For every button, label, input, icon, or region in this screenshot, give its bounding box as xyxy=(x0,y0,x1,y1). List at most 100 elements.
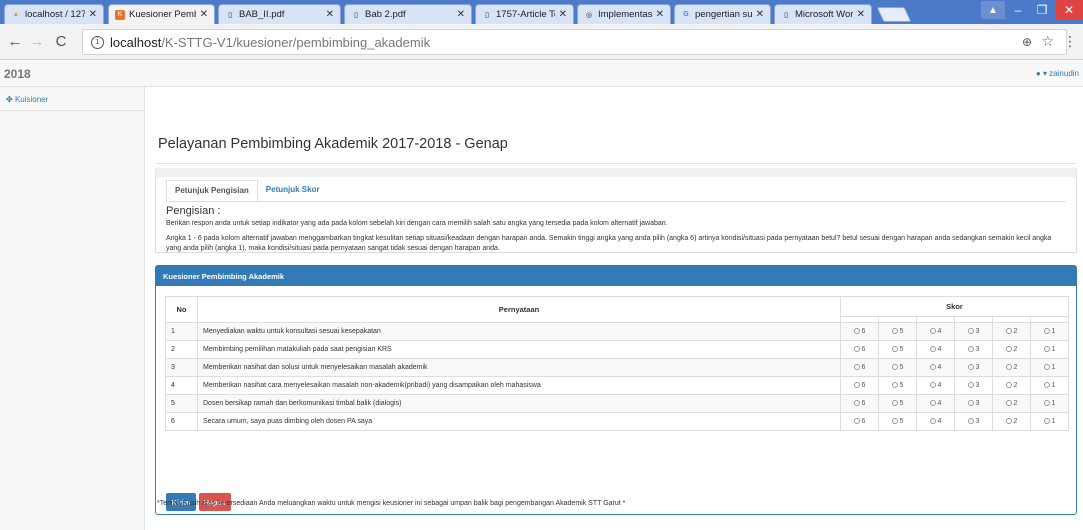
browser-tab[interactable]: ▲ localhost / 127.0 ✕ xyxy=(4,4,104,24)
browser-tab[interactable]: G pengertian surve ✕ xyxy=(674,4,771,24)
score-option[interactable]: 2 xyxy=(992,412,1031,431)
radio-button[interactable] xyxy=(929,400,936,407)
score-option[interactable]: 2 xyxy=(992,322,1031,341)
radio-button[interactable] xyxy=(891,418,898,425)
close-icon[interactable]: ✕ xyxy=(559,9,567,20)
radio-button[interactable] xyxy=(1043,328,1050,335)
radio-button[interactable] xyxy=(891,346,898,353)
score-option[interactable]: 5 xyxy=(878,412,917,431)
radio-button[interactable] xyxy=(853,364,860,371)
radio-button[interactable] xyxy=(967,364,974,371)
score-option[interactable]: 1 xyxy=(1030,376,1069,395)
score-option[interactable]: 1 xyxy=(1030,412,1069,431)
score-option[interactable]: 4 xyxy=(916,358,955,377)
browser-tab[interactable]: ▯ Bab 2.pdf ✕ xyxy=(344,4,472,24)
browser-tab[interactable]: ◎ Implementasi Pe ✕ xyxy=(577,4,671,24)
maximize-icon[interactable]: ❐ xyxy=(1029,0,1055,20)
radio-button[interactable] xyxy=(929,346,936,353)
score-option[interactable]: 3 xyxy=(954,358,993,377)
back-icon[interactable]: ← xyxy=(6,33,24,50)
score-option[interactable]: 4 xyxy=(916,340,955,359)
radio-button[interactable] xyxy=(929,382,936,389)
score-option[interactable]: 1 xyxy=(1030,358,1069,377)
reload-icon[interactable]: C xyxy=(52,33,70,50)
score-option[interactable]: 3 xyxy=(954,322,993,341)
score-option[interactable]: 1 xyxy=(1030,322,1069,341)
radio-button[interactable] xyxy=(1043,346,1050,353)
browser-menu-icon[interactable]: ⋮ xyxy=(1063,33,1077,50)
score-option[interactable]: 3 xyxy=(954,340,993,359)
tab-petunjuk-skor[interactable]: Petunjuk Skor xyxy=(258,180,328,202)
radio-button[interactable] xyxy=(1043,400,1050,407)
score-option[interactable]: 2 xyxy=(992,394,1031,413)
radio-button[interactable] xyxy=(1043,418,1050,425)
close-icon[interactable]: ✕ xyxy=(756,9,764,20)
radio-button[interactable] xyxy=(967,400,974,407)
radio-button[interactable] xyxy=(853,400,860,407)
user-menu[interactable]: ● ▾ zainudin xyxy=(1036,69,1079,78)
radio-button[interactable] xyxy=(1005,346,1012,353)
new-tab-button[interactable] xyxy=(876,7,912,22)
brand-text[interactable]: 2018 xyxy=(4,67,31,81)
radio-button[interactable] xyxy=(853,418,860,425)
browser-tab[interactable]: ▯ BAB_II.pdf ✕ xyxy=(218,4,341,24)
score-option[interactable]: 5 xyxy=(878,340,917,359)
close-icon[interactable]: ✕ xyxy=(89,9,97,20)
profile-icon[interactable]: ▲ xyxy=(981,1,1005,19)
sidebar-item-kuisioner[interactable]: ✤ Kuisioner xyxy=(0,87,145,111)
score-option[interactable]: 6 xyxy=(840,358,879,377)
score-option[interactable]: 5 xyxy=(878,394,917,413)
score-option[interactable]: 6 xyxy=(840,376,879,395)
address-bar[interactable]: i localhost/K-STTG-V1/kuesioner/pembimbi… xyxy=(82,29,1067,55)
close-icon[interactable]: ✕ xyxy=(200,9,208,20)
close-icon[interactable]: ✕ xyxy=(457,9,465,20)
radio-button[interactable] xyxy=(891,364,898,371)
browser-tab-active[interactable]: K Kuesioner Pemb ✕ xyxy=(108,4,215,24)
radio-button[interactable] xyxy=(891,328,898,335)
tab-petunjuk-pengisian[interactable]: Petunjuk Pengisian xyxy=(166,180,258,202)
score-option[interactable]: 3 xyxy=(954,376,993,395)
score-option[interactable]: 1 xyxy=(1030,340,1069,359)
radio-button[interactable] xyxy=(967,346,974,353)
browser-tab[interactable]: ▯ Microsoft Word ✕ xyxy=(774,4,872,24)
score-option[interactable]: 4 xyxy=(916,322,955,341)
score-option[interactable]: 5 xyxy=(878,358,917,377)
score-option[interactable]: 4 xyxy=(916,394,955,413)
close-icon[interactable]: ✕ xyxy=(326,9,334,20)
score-option[interactable]: 6 xyxy=(840,412,879,431)
radio-button[interactable] xyxy=(853,328,860,335)
radio-button[interactable] xyxy=(929,364,936,371)
radio-button[interactable] xyxy=(1005,364,1012,371)
radio-button[interactable] xyxy=(929,328,936,335)
radio-button[interactable] xyxy=(929,418,936,425)
score-option[interactable]: 1 xyxy=(1030,394,1069,413)
radio-button[interactable] xyxy=(1005,382,1012,389)
radio-button[interactable] xyxy=(1005,418,1012,425)
score-option[interactable]: 3 xyxy=(954,412,993,431)
radio-button[interactable] xyxy=(853,346,860,353)
bookmark-star-icon[interactable]: ☆ xyxy=(1041,33,1054,50)
score-option[interactable]: 5 xyxy=(878,376,917,395)
score-option[interactable]: 4 xyxy=(916,376,955,395)
close-icon[interactable]: ✕ xyxy=(656,9,664,20)
radio-button[interactable] xyxy=(891,382,898,389)
score-option[interactable]: 2 xyxy=(992,376,1031,395)
radio-button[interactable] xyxy=(853,382,860,389)
radio-button[interactable] xyxy=(1005,400,1012,407)
close-icon[interactable]: ✕ xyxy=(857,9,865,20)
radio-button[interactable] xyxy=(1043,364,1050,371)
info-icon[interactable]: i xyxy=(91,35,104,49)
score-option[interactable]: 5 xyxy=(878,322,917,341)
score-option[interactable]: 2 xyxy=(992,358,1031,377)
zoom-icon[interactable]: ⊕ xyxy=(1022,35,1032,49)
score-option[interactable]: 3 xyxy=(954,394,993,413)
forward-icon[interactable]: → xyxy=(28,33,46,50)
score-option[interactable]: 4 xyxy=(916,412,955,431)
browser-tab[interactable]: ▯ 1757-Article Tex ✕ xyxy=(475,4,574,24)
score-option[interactable]: 6 xyxy=(840,394,879,413)
score-option[interactable]: 6 xyxy=(840,340,879,359)
radio-button[interactable] xyxy=(891,400,898,407)
score-option[interactable]: 6 xyxy=(840,322,879,341)
radio-button[interactable] xyxy=(967,382,974,389)
window-close-button[interactable]: ✕ xyxy=(1055,0,1083,20)
